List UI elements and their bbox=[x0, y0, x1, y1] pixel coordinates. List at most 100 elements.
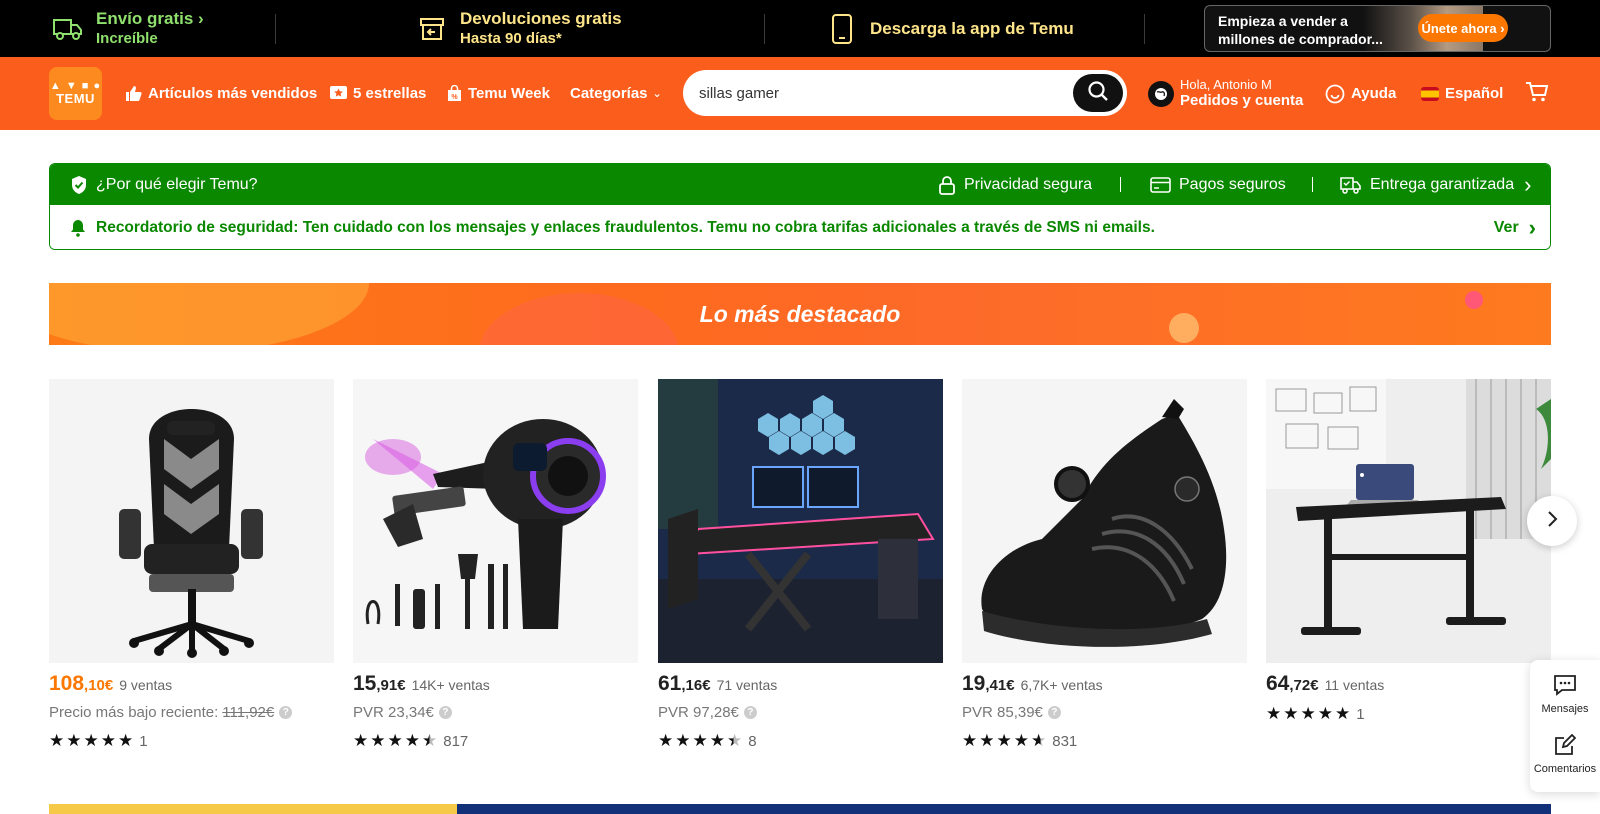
star-icon: ★ bbox=[1335, 704, 1351, 723]
messages-button[interactable]: Mensajes bbox=[1530, 674, 1600, 715]
chevron-right-icon: › bbox=[1528, 214, 1536, 240]
free-returns-title: Devoluciones gratis bbox=[460, 9, 622, 28]
chevron-right-icon: › bbox=[198, 9, 204, 28]
join-now-button[interactable]: Únete ahora › bbox=[1418, 14, 1508, 42]
nav-label: Categorías bbox=[570, 85, 648, 102]
rating: ★ ★ ★ ★ ★ 831 bbox=[962, 731, 1077, 751]
trust-item-privacy[interactable]: Privacidad segura bbox=[938, 164, 1092, 205]
why-temu[interactable]: ¿Por qué elegir Temu? bbox=[70, 164, 258, 205]
product-image-desk[interactable] bbox=[1266, 379, 1551, 663]
trust-item-delivery[interactable]: Entrega garantizada › bbox=[1340, 164, 1531, 205]
trust-item-label: Privacidad segura bbox=[964, 175, 1093, 193]
nav-five-stars[interactable]: 5 estrellas bbox=[330, 57, 426, 130]
product-price: 15,91€ 14K+ ventas bbox=[353, 672, 490, 695]
seller-promo-text: Empieza a vender a millones de comprador… bbox=[1218, 13, 1383, 47]
star-icon: ★ bbox=[118, 731, 134, 750]
divider bbox=[1144, 14, 1145, 44]
free-shipping-promo[interactable]: Envío gratis › Increíble bbox=[50, 0, 204, 57]
review-count: 8 bbox=[748, 732, 757, 750]
divider bbox=[275, 14, 276, 44]
view-label: Ver bbox=[1493, 218, 1519, 236]
nav-temu-week[interactable]: % Temu Week bbox=[447, 57, 550, 130]
product-card[interactable]: 15,91€ 14K+ ventas PVR 23,34€ ? ★ ★ ★ ★ ★ 81… bbox=[353, 379, 638, 750]
product-card[interactable]: 108,10€ 9 ventas Precio más bajo recient… bbox=[49, 379, 334, 750]
divider bbox=[1312, 177, 1313, 192]
rating: ★ ★ ★ ★ ★ 1 bbox=[1266, 704, 1365, 724]
review-count: 831 bbox=[1052, 732, 1078, 750]
view-reminder-link[interactable]: Ver › bbox=[1493, 205, 1536, 249]
product-card[interactable]: 61,16€ 71 ventas PVR 97,28€ ? ★ ★ ★ ★ ★ 8 bbox=[658, 379, 943, 750]
nav-best-sellers[interactable]: Artículos más vendidos bbox=[125, 57, 317, 130]
product-price: 108,10€ 9 ventas bbox=[49, 672, 173, 695]
thumbs-up-icon bbox=[125, 85, 142, 102]
star-icon: ★ bbox=[658, 731, 674, 750]
next-banner-preview bbox=[49, 804, 1551, 814]
lock-icon bbox=[938, 175, 956, 195]
rating: ★ ★ ★ ★ ★ 817 bbox=[353, 731, 468, 751]
star-icon: ★ bbox=[979, 731, 995, 750]
star-icon: ★ bbox=[404, 731, 420, 750]
info-icon[interactable]: ? bbox=[438, 706, 452, 719]
banner-segment bbox=[49, 804, 457, 814]
nav-categories[interactable]: Categorías ⌄ bbox=[570, 57, 662, 130]
info-icon[interactable]: ? bbox=[743, 706, 757, 719]
temu-logo[interactable]: ▲ ▼ ■ ● TEMU bbox=[49, 67, 102, 120]
product-image-air-duster[interactable] bbox=[353, 379, 638, 663]
product-image-gaming-desk[interactable] bbox=[658, 379, 943, 663]
product-card[interactable]: 64,72€ 11 ventas ★ ★ ★ ★ ★ 1 bbox=[1266, 379, 1551, 723]
free-shipping-title: Envío gratis › bbox=[96, 9, 204, 28]
credit-card-icon bbox=[1150, 176, 1171, 193]
main-header: ▲ ▼ ■ ● TEMU Artículos más vendidos 5 es… bbox=[0, 57, 1600, 130]
star-icon: ★ bbox=[1317, 704, 1333, 723]
account-menu[interactable]: Hola, Antonio M Pedidos y cuenta bbox=[1148, 57, 1303, 130]
sales-count: 11 ventas bbox=[1324, 677, 1385, 693]
banner-title: Lo más destacado bbox=[699, 300, 901, 327]
half-star-icon: ★ bbox=[422, 731, 438, 750]
product-image-sneaker[interactable] bbox=[962, 379, 1247, 663]
product-price: 61,16€ 71 ventas bbox=[658, 672, 778, 695]
download-app-label: Descarga la app de Temu bbox=[870, 18, 1074, 38]
spain-flag-icon bbox=[1421, 86, 1439, 101]
download-app-promo[interactable]: Descarga la app de Temu bbox=[824, 0, 1074, 57]
product-image-gaming-chair[interactable] bbox=[49, 379, 334, 663]
product-price: 64,72€ 11 ventas bbox=[1266, 672, 1385, 695]
search-input[interactable] bbox=[699, 78, 1059, 108]
comments-button[interactable]: Comentarios bbox=[1530, 733, 1600, 775]
floating-side-panel: Mensajes Comentarios bbox=[1530, 660, 1600, 792]
language-selector[interactable]: Español bbox=[1421, 57, 1503, 130]
star-icon: ★ bbox=[100, 731, 116, 750]
info-icon[interactable]: ? bbox=[1047, 706, 1061, 719]
rrp-value: 85,39€ bbox=[997, 704, 1043, 721]
help-link[interactable]: Ayuda bbox=[1325, 57, 1396, 130]
info-icon[interactable]: ? bbox=[279, 706, 293, 719]
star-icon: ★ bbox=[996, 731, 1012, 750]
comments-label: Comentarios bbox=[1533, 763, 1597, 775]
phone-icon bbox=[824, 11, 860, 47]
product-card[interactable]: 19,41€ 6,7K+ ventas PVR 85,39€ ? ★ ★ ★ ★ ★ 8… bbox=[962, 379, 1247, 750]
nav-label: 5 estrellas bbox=[353, 85, 427, 102]
star-icon: ★ bbox=[83, 731, 99, 750]
search-button[interactable] bbox=[1073, 74, 1123, 112]
logo-text: TEMU bbox=[56, 91, 95, 106]
star-icon: ★ bbox=[962, 731, 978, 750]
trust-item-payments[interactable]: Pagos seguros bbox=[1150, 164, 1286, 205]
sales-count: 71 ventas bbox=[716, 677, 778, 693]
review-count: 1 bbox=[1356, 705, 1365, 723]
chevron-right-icon bbox=[1546, 510, 1558, 533]
edit-note-icon bbox=[1554, 733, 1577, 759]
carousel-next-button[interactable] bbox=[1527, 496, 1577, 546]
free-returns-promo[interactable]: Devoluciones gratis Hasta 90 días* bbox=[414, 0, 622, 57]
cart-button[interactable] bbox=[1525, 57, 1549, 130]
star-icon: ★ bbox=[49, 731, 65, 750]
star-icon: ★ bbox=[370, 731, 386, 750]
divider bbox=[764, 14, 765, 44]
trust-item-label: Entrega garantizada bbox=[1370, 175, 1515, 193]
truck-check-icon bbox=[1340, 176, 1362, 194]
trust-banner: ¿Por qué elegir Temu? Privacidad segura … bbox=[49, 163, 1551, 250]
shopping-bag-icon: % bbox=[447, 85, 462, 102]
trust-item-label: Pagos seguros bbox=[1179, 175, 1286, 193]
chat-icon bbox=[1553, 674, 1577, 699]
trust-header[interactable]: ¿Por qué elegir Temu? Privacidad segura … bbox=[50, 164, 1550, 205]
original-price: 111,92€ bbox=[222, 704, 275, 721]
security-reminder: Recordatorio de seguridad: Ten cuidado c… bbox=[50, 205, 1550, 249]
